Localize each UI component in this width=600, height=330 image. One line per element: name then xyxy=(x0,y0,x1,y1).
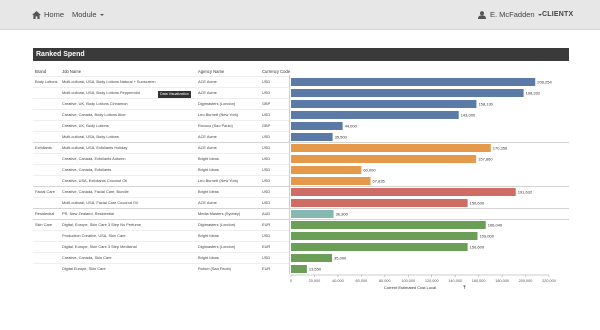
bar[interactable] xyxy=(291,254,333,262)
bar[interactable] xyxy=(291,155,477,163)
bar[interactable] xyxy=(291,199,468,207)
x-tick-label: 100,000 xyxy=(401,279,415,283)
bar[interactable] xyxy=(291,265,307,273)
bar-value-label: 191,632 xyxy=(518,190,533,195)
bar[interactable] xyxy=(291,100,477,108)
bar[interactable] xyxy=(291,78,536,86)
bar-value-label: 158,130 xyxy=(478,102,493,107)
x-tick-label: 140,000 xyxy=(448,279,462,283)
bar-value-label: 35,500 xyxy=(335,135,348,140)
bar[interactable] xyxy=(291,122,343,130)
bar-value-label: 150,600 xyxy=(470,245,485,250)
bar[interactable] xyxy=(291,243,468,251)
bar[interactable] xyxy=(291,133,333,141)
x-tick-label: 220,000 xyxy=(542,279,556,283)
bar-value-label: 198,332 xyxy=(526,91,541,96)
bar[interactable] xyxy=(291,210,334,218)
bar-value-label: 35,000 xyxy=(334,256,347,261)
bar-value-label: 166,040 xyxy=(488,223,503,228)
bar-value-label: 143,000 xyxy=(461,113,476,118)
bar-value-label: 159,000 xyxy=(479,234,494,239)
x-tick-label: 120,000 xyxy=(425,279,439,283)
x-tick-label: 0 xyxy=(290,279,292,283)
bar-value-label: 60,000 xyxy=(363,168,376,173)
x-tick-label: 160,000 xyxy=(472,279,486,283)
bar-value-label: 13,550 xyxy=(309,267,322,272)
tooltip: Data Visualization xyxy=(158,91,191,98)
x-axis-label: Current Estimated Cost Local xyxy=(384,285,436,290)
bar[interactable] xyxy=(291,166,362,174)
x-tick-label: 180,000 xyxy=(495,279,509,283)
bar-value-label: 67,835 xyxy=(373,179,386,184)
x-tick-label: 40,000 xyxy=(332,279,344,283)
x-tick-label: 80,000 xyxy=(379,279,391,283)
bar[interactable] xyxy=(291,144,491,152)
bar-value-label: 170,356 xyxy=(493,146,508,151)
x-tick-label: 200,000 xyxy=(519,279,533,283)
bar-value-label: 150,600 xyxy=(470,201,485,206)
bar-value-label: 157,860 xyxy=(478,157,493,162)
bar[interactable] xyxy=(291,188,516,196)
bar[interactable] xyxy=(291,221,486,229)
bar[interactable] xyxy=(291,232,478,240)
bar-value-label: 208,254 xyxy=(537,80,552,85)
bar[interactable] xyxy=(291,89,524,97)
x-tick-label: 20,000 xyxy=(309,279,321,283)
bar[interactable] xyxy=(291,177,371,185)
bar[interactable] xyxy=(291,111,459,119)
x-tick-label: 60,000 xyxy=(356,279,368,283)
bar-value-label: 36,300 xyxy=(336,212,349,217)
filter-icon[interactable] xyxy=(463,285,466,289)
bar-value-label: 44,000 xyxy=(345,124,358,129)
ranked-spend-chart: 208,254 198,332 158,130 143,000 44,000 35,500… xyxy=(290,78,556,290)
